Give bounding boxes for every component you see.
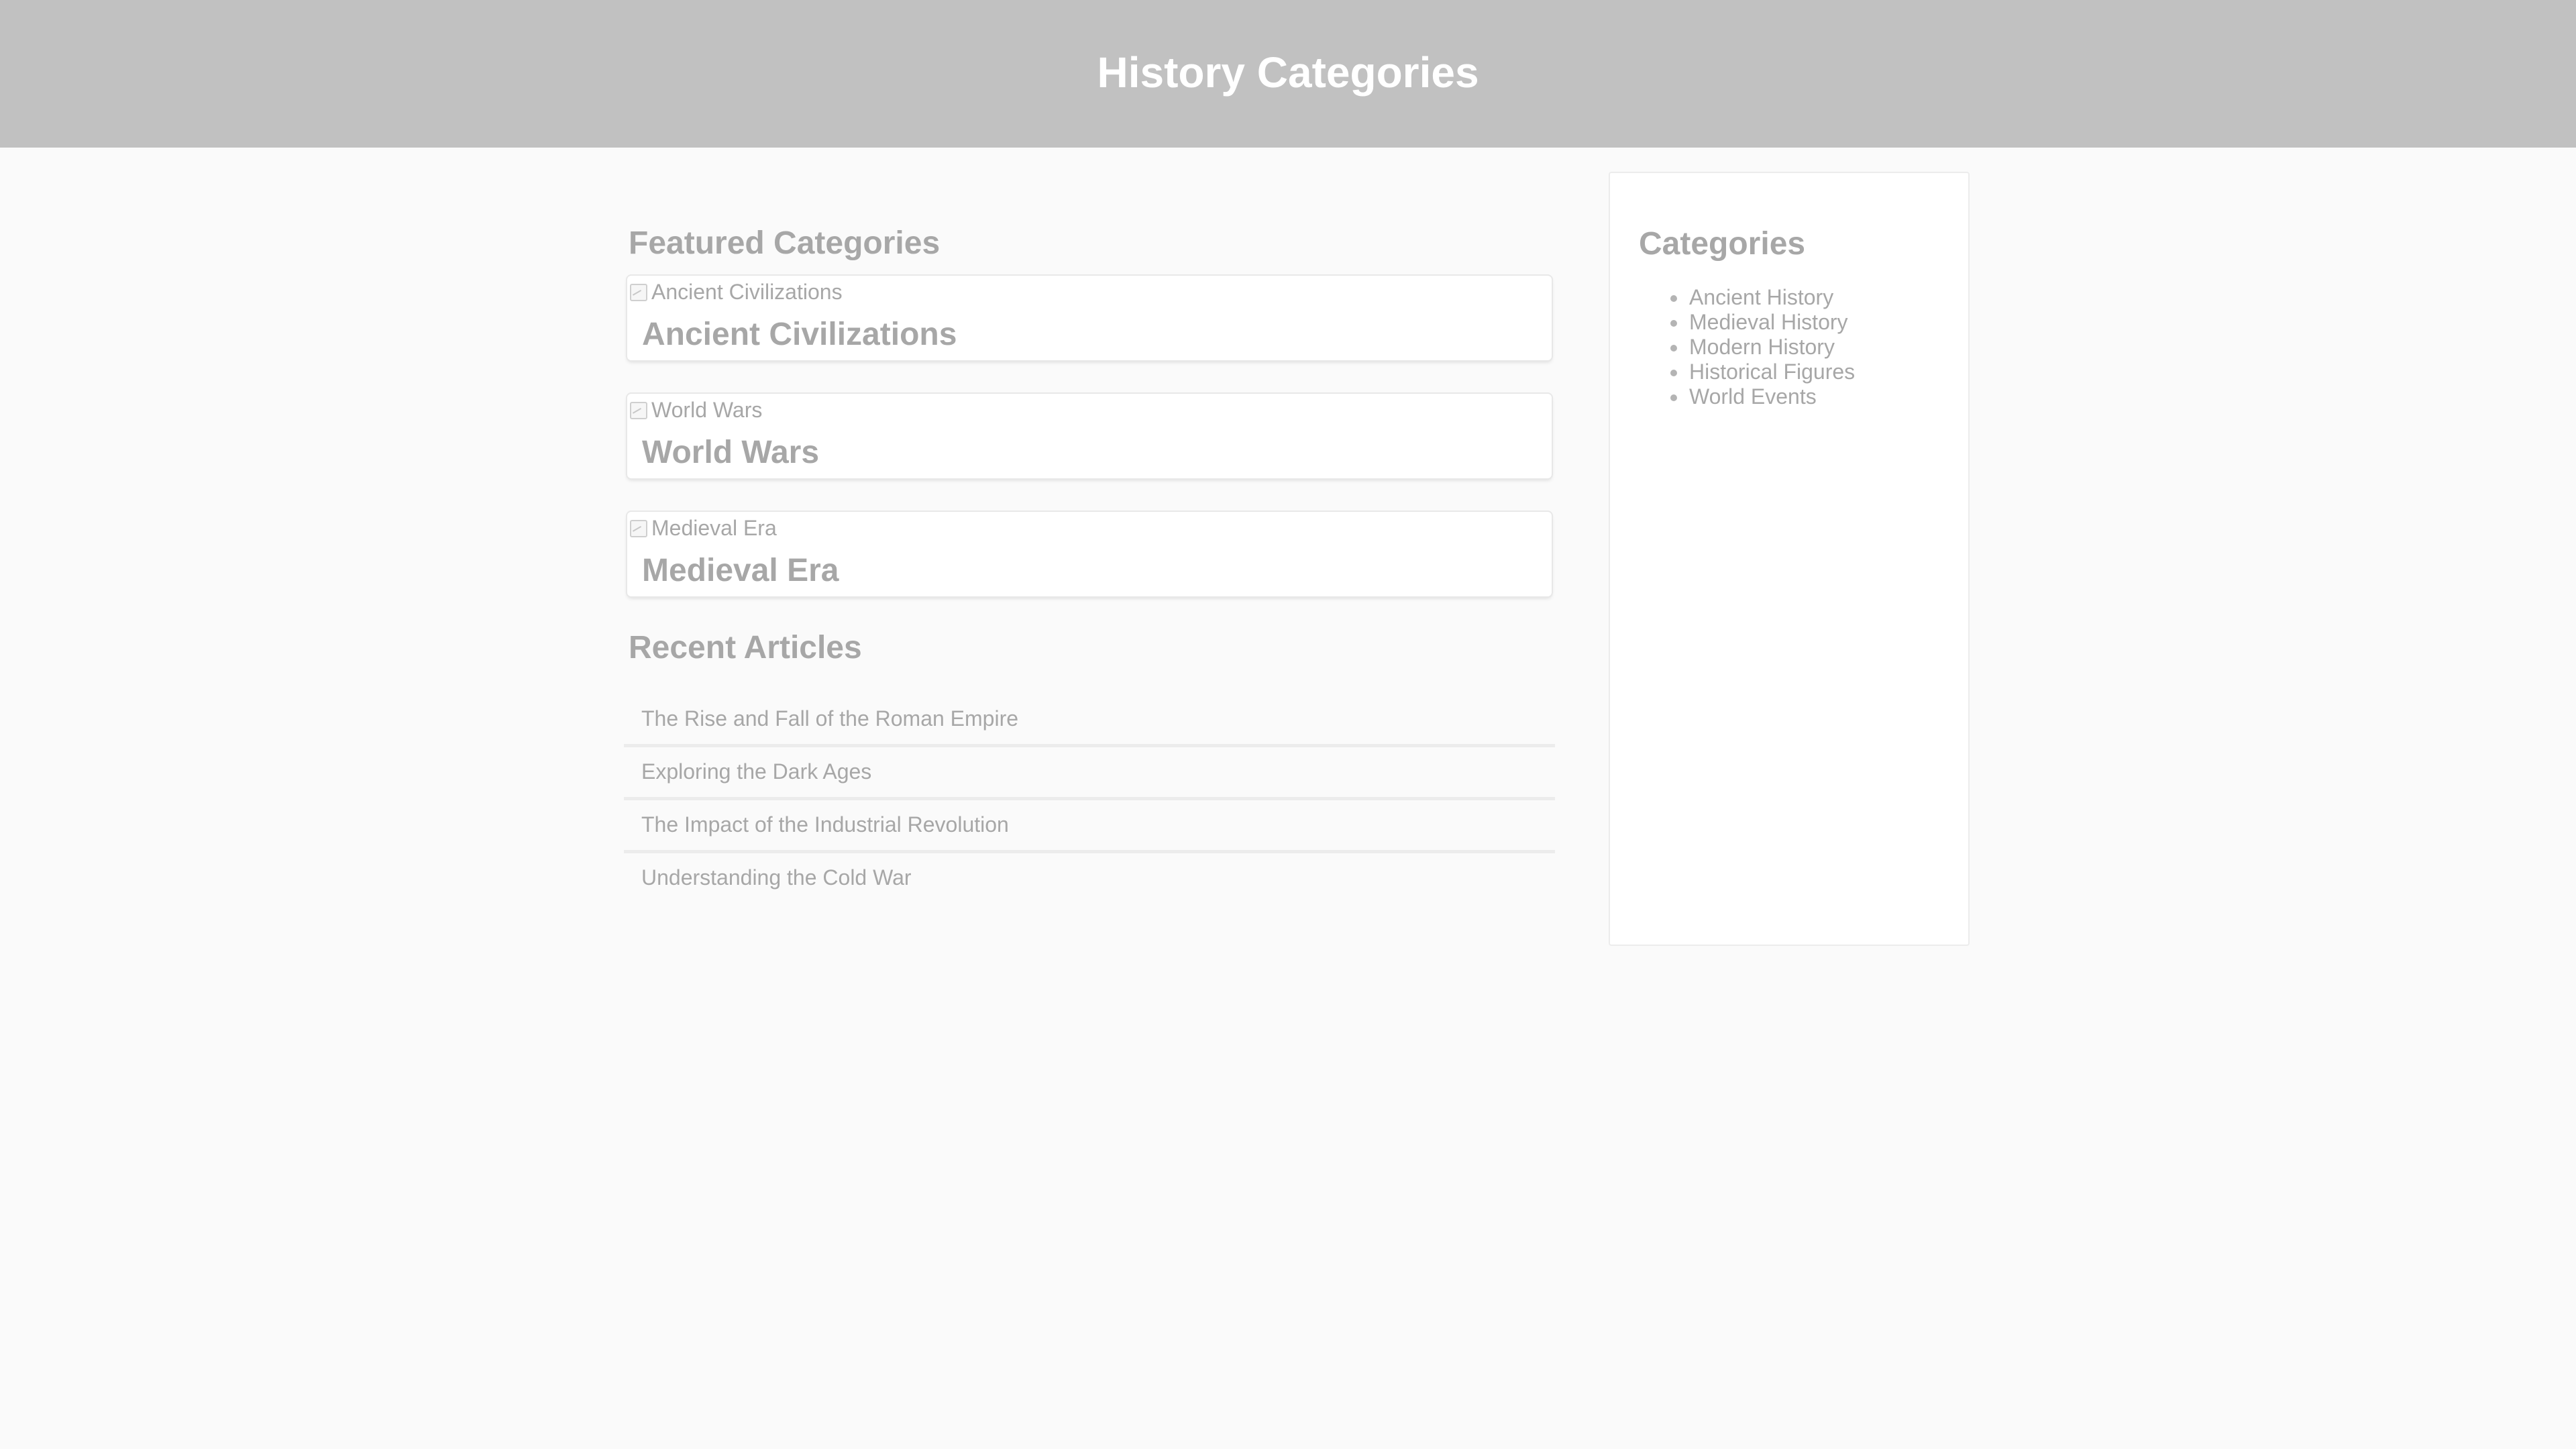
card-image-alt-text: World Wars xyxy=(651,397,763,422)
bullet-icon xyxy=(1670,394,1677,401)
categories-sidebar: Categories Ancient History Medieval Hist… xyxy=(1609,172,1970,946)
article-link[interactable]: Exploring the Dark Ages xyxy=(641,759,871,784)
category-card-ancient-civilizations[interactable]: Ancient Civilizations Ancient Civilizati… xyxy=(627,276,1552,360)
sidebar-link[interactable]: Historical Figures xyxy=(1689,360,1855,384)
card-title[interactable]: World Wars xyxy=(642,434,819,471)
article-item[interactable]: The Impact of the Industrial Revolution xyxy=(624,797,1555,853)
article-link[interactable]: The Rise and Fall of the Roman Empire xyxy=(641,706,1018,731)
article-link[interactable]: Understanding the Cold War xyxy=(641,865,912,890)
sidebar-category-list: Ancient History Medieval History Modern … xyxy=(1670,285,1855,409)
broken-image-icon xyxy=(629,518,649,538)
featured-categories-heading: Featured Categories xyxy=(629,225,941,261)
page-header: History Categories xyxy=(0,0,2576,148)
sidebar-item-modern-history[interactable]: Modern History xyxy=(1670,335,1855,360)
article-item[interactable]: Exploring the Dark Ages xyxy=(624,744,1555,800)
card-image: Ancient Civilizations xyxy=(629,278,843,305)
sidebar-heading: Categories xyxy=(1639,226,1806,262)
broken-image-icon xyxy=(629,400,649,420)
category-card-world-wars[interactable]: World Wars World Wars xyxy=(627,394,1552,478)
card-title[interactable]: Ancient Civilizations xyxy=(642,316,957,353)
bullet-icon xyxy=(1670,370,1677,376)
card-image: World Wars xyxy=(629,396,762,423)
page-title: History Categories xyxy=(1097,48,1479,97)
sidebar-link[interactable]: World Events xyxy=(1689,384,1817,409)
sidebar-item-ancient-history[interactable]: Ancient History xyxy=(1670,285,1855,310)
card-image-alt-text: Medieval Era xyxy=(651,515,777,540)
card-image: Medieval Era xyxy=(629,515,777,541)
article-item[interactable]: Understanding the Cold War xyxy=(624,850,1555,903)
sidebar-item-medieval-history[interactable]: Medieval History xyxy=(1670,310,1855,335)
sidebar-link[interactable]: Medieval History xyxy=(1689,310,1848,334)
article-link[interactable]: The Impact of the Industrial Revolution xyxy=(641,812,1009,837)
recent-articles-heading: Recent Articles xyxy=(629,630,862,665)
category-card-medieval-era[interactable]: Medieval Era Medieval Era xyxy=(627,512,1552,596)
article-item[interactable]: The Rise and Fall of the Roman Empire xyxy=(624,691,1555,747)
bullet-icon xyxy=(1670,345,1677,352)
sidebar-link[interactable]: Modern History xyxy=(1689,335,1835,359)
bullet-icon xyxy=(1670,295,1677,302)
card-image-alt-text: Ancient Civilizations xyxy=(651,279,843,304)
broken-image-icon xyxy=(629,282,649,302)
card-title[interactable]: Medieval Era xyxy=(642,552,839,589)
sidebar-link[interactable]: Ancient History xyxy=(1689,285,1833,309)
bullet-icon xyxy=(1670,320,1677,327)
sidebar-item-historical-figures[interactable]: Historical Figures xyxy=(1670,360,1855,384)
sidebar-item-world-events[interactable]: World Events xyxy=(1670,384,1855,409)
